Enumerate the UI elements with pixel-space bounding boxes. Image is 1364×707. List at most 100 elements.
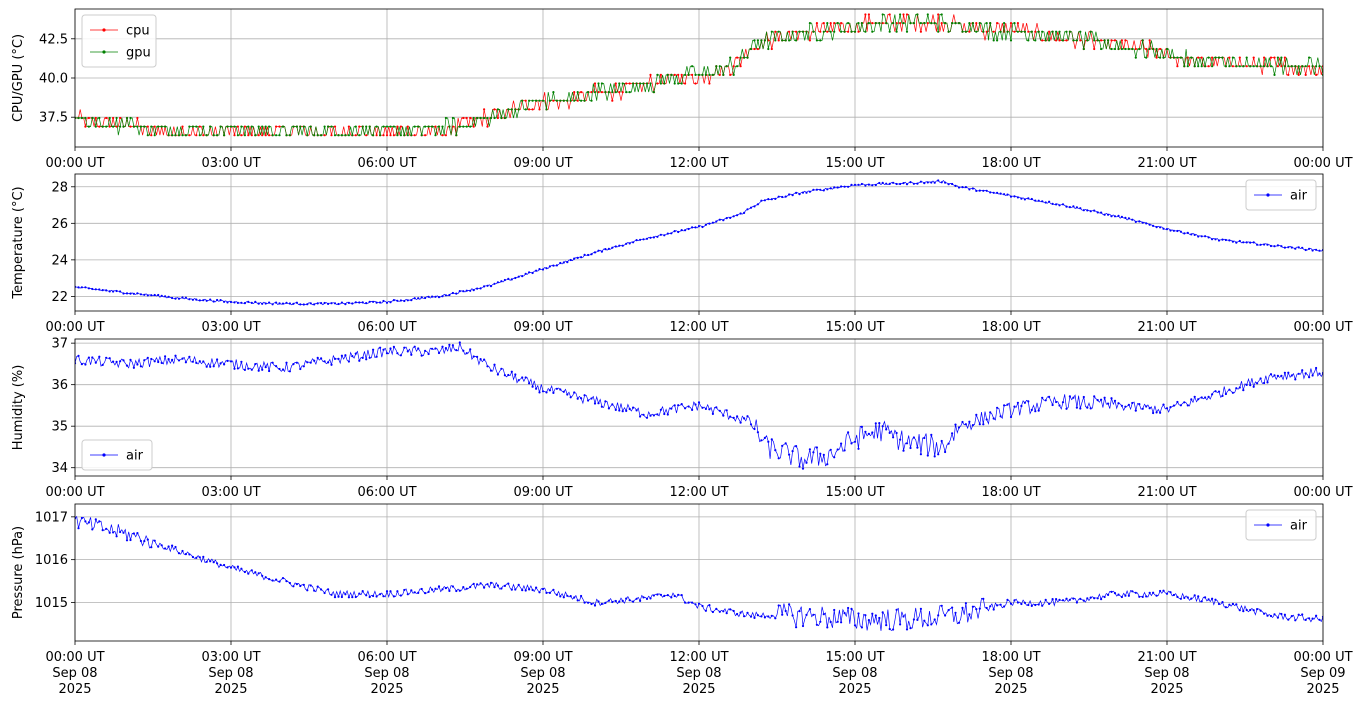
data-point [1183,596,1186,600]
data-point [850,183,853,186]
data-point [392,345,395,348]
data-point [649,236,652,239]
data-point [940,13,943,16]
data-point [1068,30,1071,33]
data-point [961,186,964,189]
data-point [1141,221,1144,224]
data-point [1214,598,1217,601]
data-point [1283,65,1286,68]
data-point [1242,65,1245,68]
data-point [385,134,389,137]
data-point [1117,402,1120,405]
data-point [115,360,118,363]
data-point [243,125,246,128]
data-point [313,359,316,362]
data-point [753,205,756,208]
data-point [853,183,857,186]
data-point [1197,398,1200,401]
data-point [365,134,368,137]
data-point [826,626,829,629]
data-point [639,415,642,418]
data-point [576,99,579,102]
data-point [763,39,767,42]
data-point [566,99,569,102]
data-point [1093,209,1096,212]
data-point [275,578,278,581]
data-point [725,65,728,68]
data-point [566,393,569,396]
data-point [361,301,364,304]
data-point [1280,245,1283,248]
data-point [864,184,867,187]
data-point [521,275,524,278]
data-point [292,125,295,128]
data-point [181,549,184,553]
data-point [281,368,285,371]
data-point [763,436,767,439]
data-point [1263,65,1266,68]
data-point [725,217,728,220]
y-axis-label: Temperature (°C) [11,186,26,299]
data-point [105,125,108,128]
data-point [77,354,80,357]
data-point [1072,205,1075,208]
data-point [1190,56,1193,59]
data-point [992,191,995,194]
data-point [1120,39,1123,42]
data-point [1152,591,1155,594]
data-point [604,91,607,94]
data-point [597,402,600,405]
data-point [195,298,198,301]
data-point [1238,56,1241,59]
data-point [1003,193,1006,196]
data-point [368,300,371,303]
data-point [639,238,642,241]
data-point [160,125,163,128]
data-point [1117,593,1120,596]
data-point [1051,403,1054,407]
data-point [347,301,350,304]
data-point [330,134,333,137]
data-point [306,589,309,592]
data-point [188,134,191,137]
data-point [843,185,846,188]
data-point [105,289,108,292]
data-point [805,30,808,33]
data-point [899,438,902,441]
data-point [448,343,451,346]
data-point [909,22,912,25]
data-point [184,553,187,556]
legend-label-gpu: gpu [126,46,151,61]
data-point [188,355,191,358]
data-point [458,589,461,592]
data-point [632,82,635,85]
data-point [1159,56,1162,59]
data-point [1263,612,1266,615]
data-point [1065,39,1068,42]
data-point [739,65,742,68]
data-point [840,442,843,445]
data-point [1304,372,1307,375]
data-point [1217,56,1221,59]
data-point [1009,602,1013,605]
data-point [302,583,305,587]
data-point [521,376,524,379]
data-point [652,236,656,239]
data-point [275,134,278,137]
data-point [1030,604,1033,608]
data-point [368,595,371,599]
data-point [420,296,423,299]
data-point [625,242,628,245]
data-point [1273,73,1276,76]
data-point [871,184,874,187]
data-point [351,596,354,599]
data-point [701,604,704,608]
data-point [392,125,395,128]
data-point [1075,601,1078,604]
data-point [191,555,194,559]
data-point [753,616,756,620]
data-point [593,91,597,94]
data-point [299,303,302,306]
x-tick-label: 12:00 UT [669,320,728,335]
data-point [448,293,451,297]
